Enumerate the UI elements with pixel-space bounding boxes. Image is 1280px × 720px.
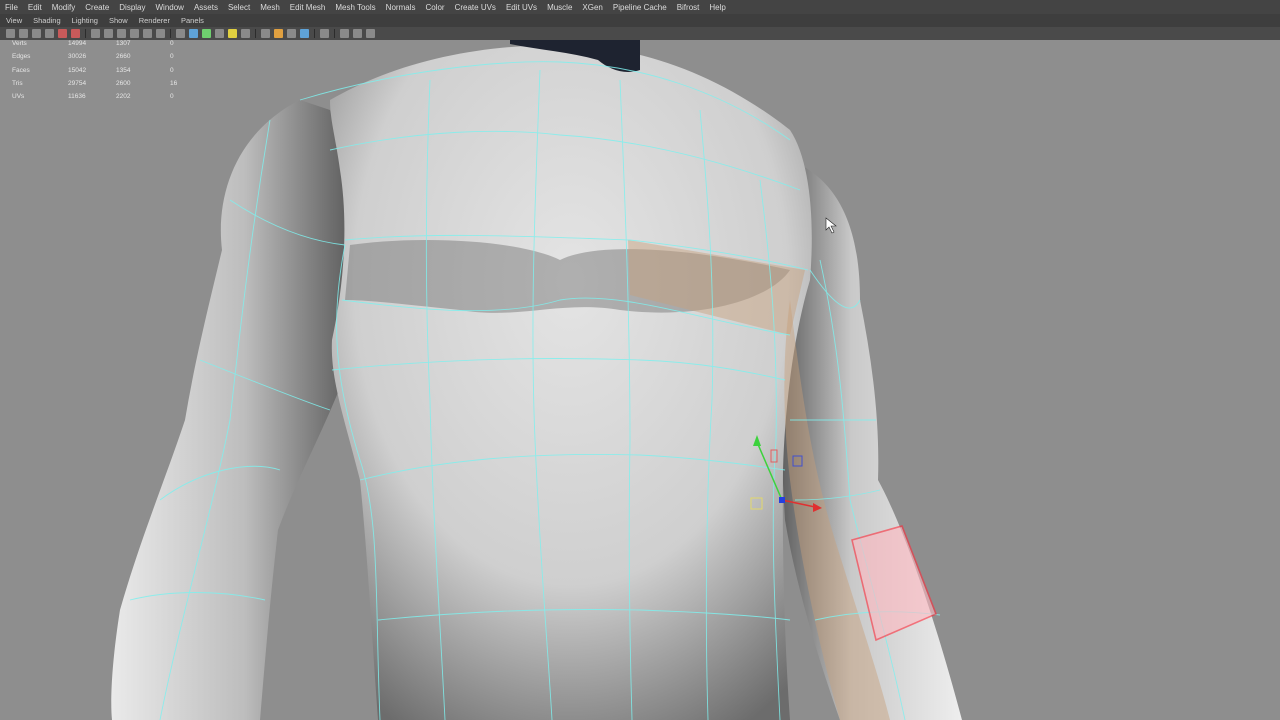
grease-pencil-icon[interactable]: [58, 29, 67, 38]
viewport-3d[interactable]: ↗: [0, 40, 1280, 720]
scene-render[interactable]: [0, 40, 1280, 720]
textured-icon[interactable]: [215, 29, 224, 38]
hud-value-selected: 1307: [116, 40, 131, 47]
hud-value-uvs: 0: [170, 66, 174, 74]
menu-color[interactable]: Color: [420, 3, 449, 12]
left-arm-mesh[interactable]: [111, 100, 354, 720]
toolbar-separator: [85, 29, 86, 38]
hud-row-verts: Verts 14994 1307 0: [10, 40, 190, 53]
menu-assets[interactable]: Assets: [189, 3, 223, 12]
panel-menu-shading[interactable]: Shading: [27, 16, 66, 25]
xray-icon[interactable]: [340, 29, 349, 38]
hud-value-object: 11636: [68, 93, 86, 101]
main-menu-bar: File Edit Modify Create Display Window A…: [0, 0, 1280, 14]
safe-action-icon[interactable]: [143, 29, 152, 38]
hud-row-edges: Edges 30026 2660 0: [10, 53, 190, 66]
bookmarks-icon[interactable]: [32, 29, 41, 38]
backface-culling-icon[interactable]: [366, 29, 375, 38]
panel-toolbar: [0, 27, 1280, 40]
character-model[interactable]: [111, 40, 962, 720]
screen-space-ao-icon[interactable]: [261, 29, 270, 38]
torso-mesh[interactable]: [330, 45, 812, 720]
menu-file[interactable]: File: [0, 3, 23, 12]
hud-label: Faces: [12, 66, 30, 74]
menu-select[interactable]: Select: [223, 3, 255, 12]
menu-window[interactable]: Window: [151, 3, 189, 12]
poly-count-hud: Verts 14994 1307 0 Edges 30026 2660 0 Fa…: [10, 40, 190, 106]
menu-create[interactable]: Create: [80, 3, 114, 12]
menu-create-uvs[interactable]: Create UVs: [450, 3, 501, 12]
panel-menu-show[interactable]: Show: [103, 16, 133, 25]
motion-blur-icon[interactable]: [274, 29, 283, 38]
menu-normals[interactable]: Normals: [381, 3, 421, 12]
isolate-select-icon[interactable]: [320, 29, 329, 38]
hud-value-uvs: 0: [170, 40, 174, 47]
menu-pipeline-cache[interactable]: Pipeline Cache: [608, 3, 672, 12]
panel-menu-panels[interactable]: Panels: [175, 16, 209, 25]
toolbar-separator: [334, 29, 335, 38]
toolbar-separator: [255, 29, 256, 38]
safe-title-icon[interactable]: [156, 29, 165, 38]
menu-muscle[interactable]: Muscle: [542, 3, 577, 12]
panel-menu-bar: View Shading Lighting Show Renderer Pane…: [0, 14, 1280, 27]
hud-label: Edges: [12, 53, 31, 61]
camera-select-icon[interactable]: [6, 29, 15, 38]
menu-mesh-tools[interactable]: Mesh Tools: [330, 3, 380, 12]
field-chart-icon[interactable]: [130, 29, 139, 38]
hud-value-uvs: 0: [170, 53, 174, 61]
menu-edit[interactable]: Edit: [23, 3, 47, 12]
depth-of-field-icon[interactable]: [300, 29, 309, 38]
hud-value-uvs: 16: [170, 79, 178, 87]
menu-edit-mesh[interactable]: Edit Mesh: [285, 3, 331, 12]
wireframe-icon[interactable]: [176, 29, 185, 38]
hud-label: Verts: [12, 40, 27, 47]
menu-help[interactable]: Help: [704, 3, 730, 12]
menu-bifrost[interactable]: Bifrost: [672, 3, 705, 12]
toolbar-separator: [314, 29, 315, 38]
hud-value-object: 15042: [68, 66, 87, 74]
hud-value-selected: 1354: [116, 66, 131, 74]
menu-xgen[interactable]: XGen: [577, 3, 607, 12]
menu-display[interactable]: Display: [114, 3, 150, 12]
hud-row-uvs: UVs 11636 2202 0: [10, 93, 190, 106]
maya-window: File Edit Modify Create Display Window A…: [0, 0, 1280, 720]
gate-mask-icon[interactable]: [117, 29, 126, 38]
shadows-icon[interactable]: [241, 29, 250, 38]
lock-camera-icon[interactable]: [19, 29, 28, 38]
hud-value-uvs: 0: [170, 93, 174, 101]
hud-value-object: 30026: [68, 53, 87, 61]
menu-edit-uvs[interactable]: Edit UVs: [501, 3, 542, 12]
hud-value-selected: 2600: [116, 79, 131, 87]
hud-value-selected: 2660: [116, 53, 131, 61]
smooth-shade-icon[interactable]: [189, 29, 198, 38]
hud-value-object: 14994: [68, 40, 87, 47]
hud-label: UVs: [12, 93, 25, 101]
resolution-gate-icon[interactable]: [104, 29, 113, 38]
hud-value-selected: 2202: [116, 93, 131, 101]
wireframe-on-shaded-icon[interactable]: [202, 29, 211, 38]
image-plane-icon[interactable]: [45, 29, 54, 38]
menu-mesh[interactable]: Mesh: [255, 3, 285, 12]
hud-row-faces: Faces 15042 1354 0: [10, 67, 190, 80]
xray-joints-icon[interactable]: [353, 29, 362, 38]
hud-value-object: 29754: [68, 79, 87, 87]
use-all-lights-icon[interactable]: [228, 29, 237, 38]
anti-aliasing-icon[interactable]: [287, 29, 296, 38]
panel-menu-lighting[interactable]: Lighting: [66, 16, 103, 25]
hud-row-tris: Tris 29754 2600 16: [10, 80, 190, 93]
menu-modify[interactable]: Modify: [47, 3, 81, 12]
film-gate-icon[interactable]: [91, 29, 100, 38]
panel-menu-renderer[interactable]: Renderer: [133, 16, 175, 25]
camera-attributes-icon[interactable]: [71, 29, 80, 38]
hud-label: Tris: [12, 79, 23, 87]
panel-menu-view[interactable]: View: [0, 16, 27, 25]
toolbar-separator: [170, 29, 171, 38]
